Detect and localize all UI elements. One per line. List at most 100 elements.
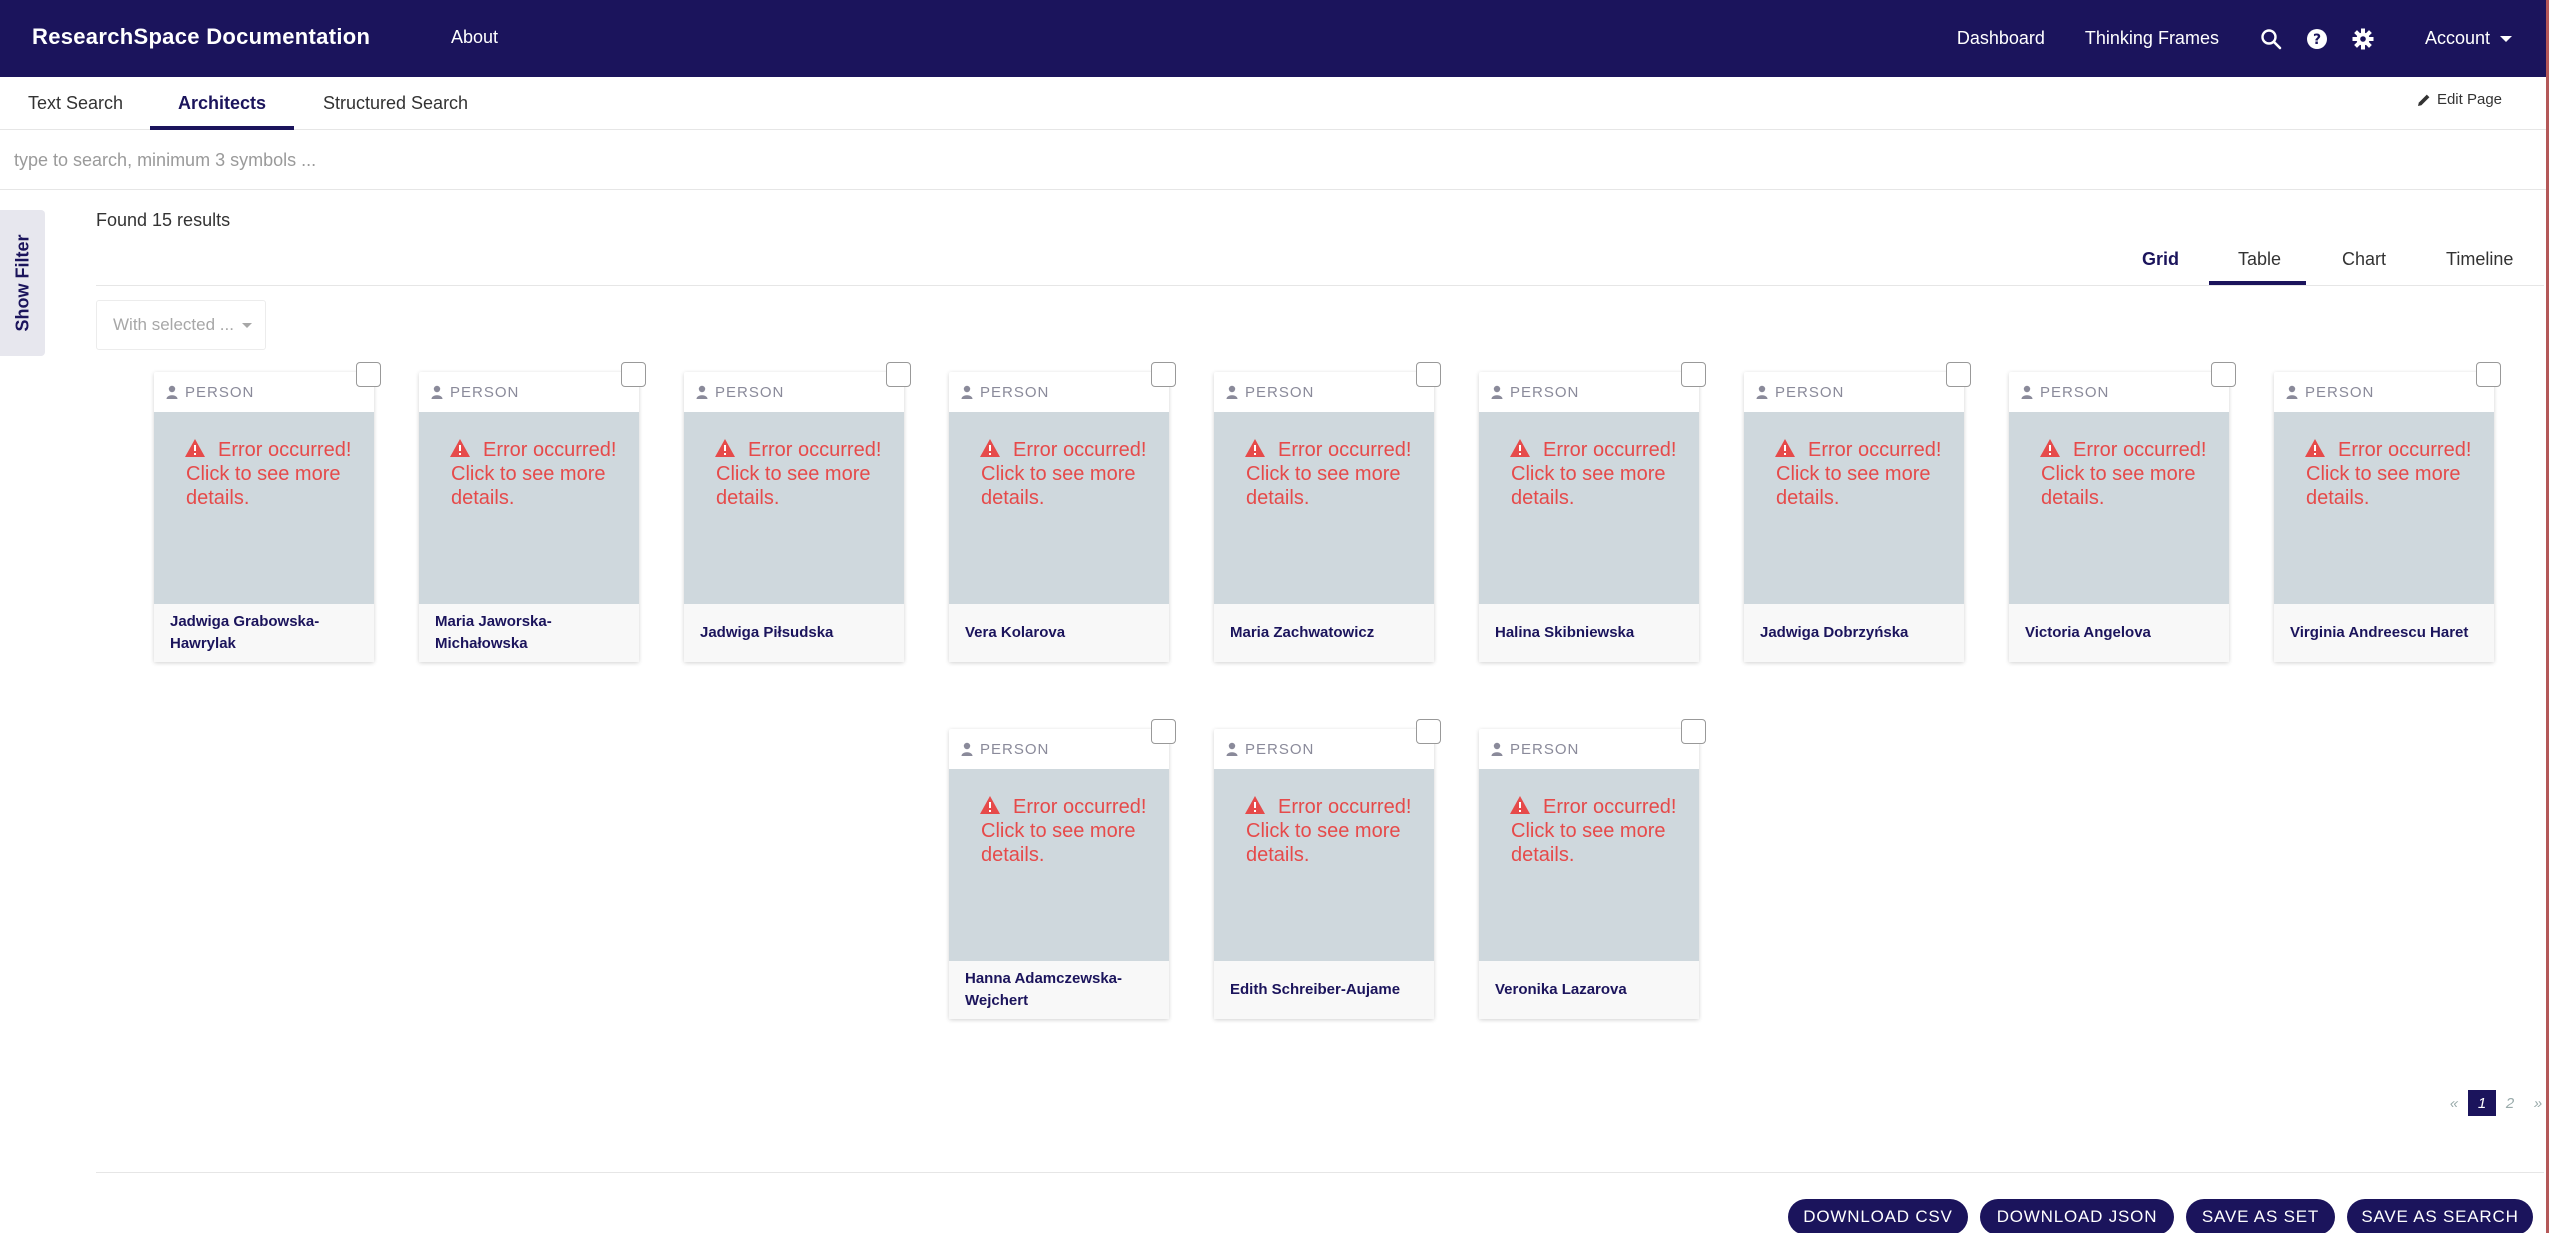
card-title[interactable]: Veronika Lazarova xyxy=(1479,961,1699,1019)
result-card[interactable]: PERSON Error occurred! Click to see more … xyxy=(1479,372,1699,662)
card-type-label: PERSON xyxy=(980,383,1050,401)
card-image-error[interactable]: Error occurred! Click to see more detail… xyxy=(684,412,904,604)
pagination-prev[interactable]: « xyxy=(2440,1090,2468,1116)
card-title[interactable]: Maria Jaworska-Michałowska xyxy=(419,604,639,662)
person-icon xyxy=(2286,385,2298,399)
result-card[interactable]: PERSON Error occurred! Click to see more … xyxy=(154,372,374,662)
error-message: Error occurred! Click to see more detail… xyxy=(981,796,1147,866)
card-title[interactable]: Vera Kolarova xyxy=(949,604,1169,662)
tab-chart[interactable]: Chart xyxy=(2342,249,2386,270)
edit-page-link[interactable]: Edit Page xyxy=(2417,91,2502,108)
card-select-checkbox[interactable] xyxy=(1681,362,1706,387)
error-message: Error occurred! Click to see more detail… xyxy=(1246,796,1412,866)
card-image-error[interactable]: Error occurred! Click to see more detail… xyxy=(2009,412,2229,604)
result-card[interactable]: PERSON Error occurred! Click to see more … xyxy=(1214,729,1434,1019)
card-type: PERSON xyxy=(154,372,374,412)
tab-table[interactable]: Table xyxy=(2238,249,2281,270)
tab-text-search[interactable]: Text Search xyxy=(28,93,123,114)
card-image-error[interactable]: Error occurred! Click to see more detail… xyxy=(154,412,374,604)
result-card[interactable]: PERSON Error occurred! Click to see more … xyxy=(949,729,1169,1019)
card-title[interactable]: Jadwiga Piłsudska xyxy=(684,604,904,662)
tab-architects[interactable]: Architects xyxy=(178,93,266,114)
help-icon[interactable]: ? xyxy=(2305,27,2329,51)
result-card[interactable]: PERSON Error occurred! Click to see more … xyxy=(419,372,639,662)
card-title[interactable]: Hanna Adamczewska-Wejchert xyxy=(949,961,1169,1019)
card-select-checkbox[interactable] xyxy=(1681,719,1706,744)
search-input[interactable] xyxy=(14,145,1214,175)
pagination-page[interactable]: 1 xyxy=(2468,1090,2496,1116)
error-message: Error occurred! Click to see more detail… xyxy=(2306,439,2472,509)
card-select-checkbox[interactable] xyxy=(1151,362,1176,387)
tab-timeline[interactable]: Timeline xyxy=(2446,249,2513,270)
person-icon xyxy=(2021,385,2033,399)
card-select-checkbox[interactable] xyxy=(1946,362,1971,387)
result-card[interactable]: PERSON Error occurred! Click to see more … xyxy=(684,372,904,662)
card-image-error[interactable]: Error occurred! Click to see more detail… xyxy=(1479,412,1699,604)
view-tabs: Grid Table Chart Timeline xyxy=(96,240,2544,286)
card-title[interactable]: Halina Skibniewska xyxy=(1479,604,1699,662)
card-select-checkbox[interactable] xyxy=(2476,362,2501,387)
save-as-set-button[interactable]: SAVE AS SET xyxy=(2186,1199,2335,1233)
pagination-next[interactable]: » xyxy=(2524,1090,2552,1116)
pagination-page[interactable]: 2 xyxy=(2496,1090,2524,1116)
error-message: Error occurred! Click to see more detail… xyxy=(1511,796,1677,866)
nav-right-group: Dashboard Thinking Frames ? Account xyxy=(1957,0,2546,77)
card-image-error[interactable]: Error occurred! Click to see more detail… xyxy=(419,412,639,604)
card-select-checkbox[interactable] xyxy=(356,362,381,387)
active-view-indicator xyxy=(2209,281,2306,285)
tab-grid[interactable]: Grid xyxy=(2142,249,2179,270)
card-title[interactable]: Victoria Angelova xyxy=(2009,604,2229,662)
card-type: PERSON xyxy=(419,372,639,412)
chevron-down-icon xyxy=(2500,35,2512,42)
card-title[interactable]: Jadwiga Grabowska-Hawrylak xyxy=(154,604,374,662)
account-dropdown[interactable]: Account xyxy=(2425,28,2512,49)
card-type: PERSON xyxy=(1744,372,1964,412)
error-message: Error occurred! Click to see more detail… xyxy=(981,439,1147,509)
show-filter-toggle[interactable]: Show Filter xyxy=(0,210,45,356)
card-type: PERSON xyxy=(949,372,1169,412)
nav-about-link[interactable]: About xyxy=(451,27,498,48)
with-selected-dropdown[interactable]: With selected ... xyxy=(96,300,266,350)
result-card[interactable]: PERSON Error occurred! Click to see more … xyxy=(949,372,1169,662)
card-title[interactable]: Virginia Andreescu Haret xyxy=(2274,604,2494,662)
card-title[interactable]: Jadwiga Dobrzyńska xyxy=(1744,604,1964,662)
card-image-error[interactable]: Error occurred! Click to see more detail… xyxy=(1744,412,1964,604)
card-title[interactable]: Edith Schreiber-Aujame xyxy=(1214,961,1434,1019)
brand-title[interactable]: ResearchSpace Documentation xyxy=(32,24,370,50)
result-card[interactable]: PERSON Error occurred! Click to see more … xyxy=(2009,372,2229,662)
gear-icon[interactable] xyxy=(2351,27,2375,51)
tab-structured-search[interactable]: Structured Search xyxy=(323,93,468,114)
card-select-checkbox[interactable] xyxy=(1416,719,1441,744)
card-title[interactable]: Maria Zachwatowicz xyxy=(1214,604,1434,662)
result-card[interactable]: PERSON Error occurred! Click to see more … xyxy=(2274,372,2494,662)
card-select-checkbox[interactable] xyxy=(1151,719,1176,744)
search-icon[interactable] xyxy=(2259,27,2283,51)
card-type: PERSON xyxy=(2274,372,2494,412)
card-image-error[interactable]: Error occurred! Click to see more detail… xyxy=(949,412,1169,604)
result-card[interactable]: PERSON Error occurred! Click to see more … xyxy=(1479,729,1699,1019)
card-select-checkbox[interactable] xyxy=(886,362,911,387)
card-type-label: PERSON xyxy=(185,383,255,401)
top-navbar: ResearchSpace Documentation About Dashbo… xyxy=(0,0,2546,77)
card-image-error[interactable]: Error occurred! Click to see more detail… xyxy=(2274,412,2494,604)
download-csv-button[interactable]: DOWNLOAD CSV xyxy=(1788,1199,1968,1233)
result-card[interactable]: PERSON Error occurred! Click to see more … xyxy=(1214,372,1434,662)
card-type: PERSON xyxy=(949,729,1169,769)
account-label: Account xyxy=(2424,28,2490,48)
result-card[interactable]: PERSON Error occurred! Click to see more … xyxy=(1744,372,1964,662)
person-icon xyxy=(1226,742,1238,756)
card-image-error[interactable]: Error occurred! Click to see more detail… xyxy=(1479,769,1699,961)
person-icon xyxy=(431,385,443,399)
nav-thinking-frames-link[interactable]: Thinking Frames xyxy=(2085,28,2219,49)
card-image-error[interactable]: Error occurred! Click to see more detail… xyxy=(949,769,1169,961)
save-as-search-button[interactable]: SAVE AS SEARCH xyxy=(2347,1199,2533,1233)
card-image-error[interactable]: Error occurred! Click to see more detail… xyxy=(1214,769,1434,961)
show-filter-label: Show Filter xyxy=(12,234,32,332)
card-image-error[interactable]: Error occurred! Click to see more detail… xyxy=(1214,412,1434,604)
nav-dashboard-link[interactable]: Dashboard xyxy=(1957,28,2045,49)
download-json-button[interactable]: DOWNLOAD JSON xyxy=(1980,1199,2174,1233)
person-icon xyxy=(961,742,973,756)
card-select-checkbox[interactable] xyxy=(2211,362,2236,387)
card-select-checkbox[interactable] xyxy=(621,362,646,387)
card-select-checkbox[interactable] xyxy=(1416,362,1441,387)
